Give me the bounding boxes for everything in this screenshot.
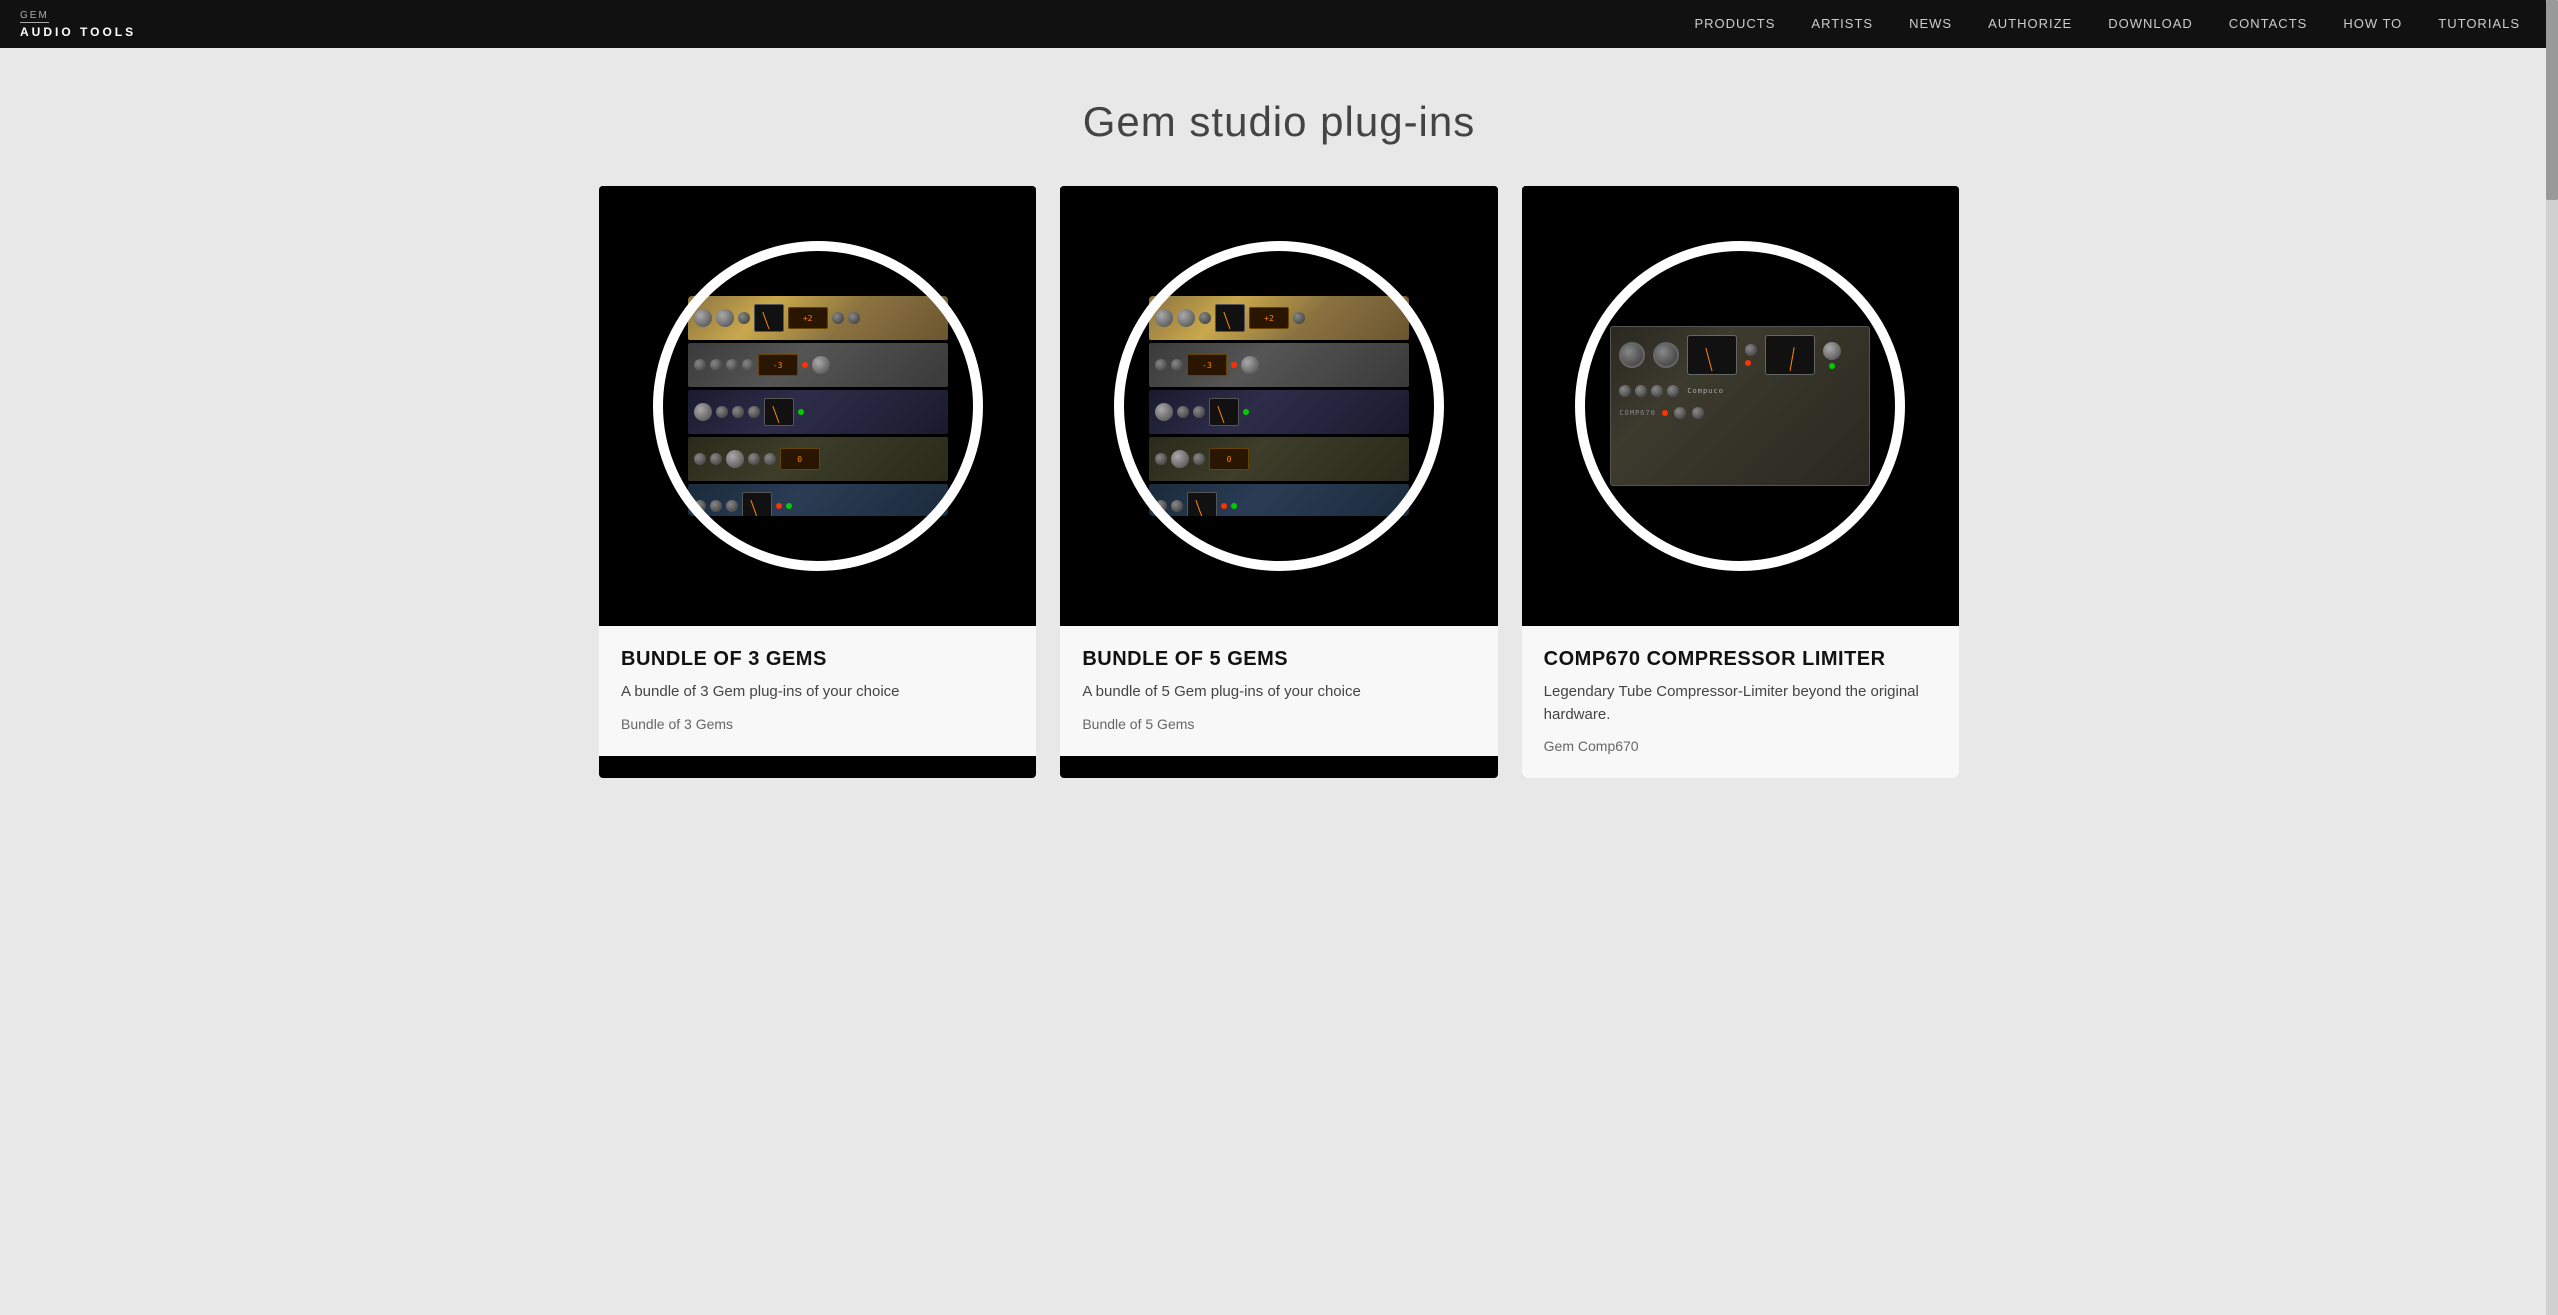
product-info-comp670: COMP670 COMPRESSOR LIMITER Legendary Tub… <box>1522 626 1959 778</box>
product-tag: Bundle of 3 Gems <box>621 716 1014 732</box>
nav-item-artists[interactable]: ARTISTS <box>1793 0 1891 48</box>
scrollbar-thumb[interactable] <box>2546 0 2558 200</box>
nav-link-howto[interactable]: HOW TO <box>2325 0 2420 48</box>
product-grid: +2 -3 <box>599 186 1959 778</box>
product-title: COMP670 COMPRESSOR LIMITER <box>1544 648 1937 671</box>
nav-link-news[interactable]: NEWS <box>1891 0 1970 48</box>
nav-item-news[interactable]: NEWS <box>1891 0 1970 48</box>
nav-link-products[interactable]: PRODUCTS <box>1676 0 1793 48</box>
product-card-bundle3[interactable]: +2 -3 <box>599 186 1036 778</box>
nav-link-download[interactable]: DOWNLOAD <box>2090 0 2211 48</box>
nav-item-contacts[interactable]: CONTACTS <box>2211 0 2326 48</box>
product-info-bundle3: BUNDLE OF 3 GEMS A bundle of 3 Gem plug-… <box>599 626 1036 756</box>
product-image-bundle3: +2 -3 <box>599 186 1036 626</box>
nav-link-artists[interactable]: ARTISTS <box>1793 0 1891 48</box>
page-title: Gem studio plug-ins <box>599 98 1959 146</box>
product-info-bundle5: BUNDLE OF 5 GEMS A bundle of 5 Gem plug-… <box>1060 626 1497 756</box>
nav-link-contacts[interactable]: CONTACTS <box>2211 0 2326 48</box>
main-content: Gem studio plug-ins +2 <box>539 48 2019 818</box>
product-title: BUNDLE OF 3 GEMS <box>621 648 1014 671</box>
product-tag: Gem Comp670 <box>1544 738 1937 754</box>
nav-item-authorize[interactable]: AUTHORIZE <box>1970 0 2090 48</box>
product-card-bundle5[interactable]: +2 -3 <box>1060 186 1497 778</box>
logo-bottom: AUDIO TOOLS <box>20 25 136 39</box>
logo[interactable]: GEM AUDIO TOOLS <box>20 10 136 39</box>
scrollbar-track[interactable] <box>2546 0 2558 1315</box>
nav-link-tutorials[interactable]: TUTORIALS <box>2420 0 2538 48</box>
product-tag: Bundle of 5 Gems <box>1082 716 1475 732</box>
product-description: Legendary Tube Compressor-Limiter beyond… <box>1544 681 1937 726</box>
nav-item-howto[interactable]: HOW TO <box>2325 0 2420 48</box>
product-card-comp670[interactable]: Compuco COMP670 COMP670 COMPRESSOR LIMIT… <box>1522 186 1959 778</box>
product-description: A bundle of 3 Gem plug-ins of your choic… <box>621 681 1014 704</box>
navigation: GEM AUDIO TOOLS PRODUCTS ARTISTS NEWS AU… <box>0 0 2558 48</box>
logo-top: GEM <box>20 10 49 23</box>
nav-item-products[interactable]: PRODUCTS <box>1676 0 1793 48</box>
nav-menu: PRODUCTS ARTISTS NEWS AUTHORIZE DOWNLOAD… <box>1676 0 2538 48</box>
product-circle <box>1114 241 1444 571</box>
nav-item-tutorials[interactable]: TUTORIALS <box>2420 0 2538 48</box>
nav-item-download[interactable]: DOWNLOAD <box>2090 0 2211 48</box>
product-title: BUNDLE OF 5 GEMS <box>1082 648 1475 671</box>
product-description: A bundle of 5 Gem plug-ins of your choic… <box>1082 681 1475 704</box>
product-image-bundle5: +2 -3 <box>1060 186 1497 626</box>
product-image-comp670: Compuco COMP670 <box>1522 186 1959 626</box>
nav-link-authorize[interactable]: AUTHORIZE <box>1970 0 2090 48</box>
product-circle <box>1575 241 1905 571</box>
product-circle <box>653 241 983 571</box>
